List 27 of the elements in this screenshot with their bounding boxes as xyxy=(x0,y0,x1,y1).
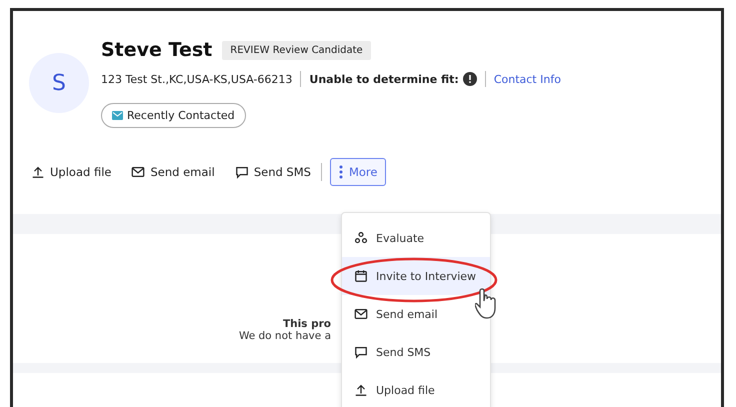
status-badge: REVIEW Review Candidate xyxy=(222,40,371,60)
more-button[interactable]: More xyxy=(330,158,386,186)
menu-item[interactable]: Evaluate xyxy=(342,219,490,257)
action-button[interactable]: Send email xyxy=(131,165,215,179)
alert-icon xyxy=(462,72,477,86)
envelope-icon xyxy=(131,165,146,179)
action-button[interactable]: Send SMS xyxy=(234,165,311,179)
calendar-icon xyxy=(354,269,368,283)
upload-icon xyxy=(31,165,45,179)
envelope-icon xyxy=(354,307,368,321)
address-text: 123 Test St.,KC,USA-KS,USA-66213 xyxy=(101,72,292,86)
empty-message: We do not have a xyxy=(238,330,331,342)
fit-label: Unable to determine fit: xyxy=(309,72,459,86)
chat-bubble-icon xyxy=(234,165,249,179)
action-button[interactable]: Upload file xyxy=(31,165,112,179)
kebab-icon xyxy=(338,165,343,179)
avatar: S xyxy=(29,53,89,113)
menu-item[interactable]: Upload file xyxy=(342,371,490,407)
chat-bubble-icon xyxy=(354,345,368,359)
contact-info-link[interactable]: Contact Info xyxy=(494,72,561,86)
empty-title: This pro xyxy=(282,318,331,330)
envelope-icon xyxy=(112,111,123,120)
upload-icon xyxy=(354,383,368,397)
candidate-name: Steve Test xyxy=(101,39,212,61)
menu-item[interactable]: Send SMS xyxy=(342,333,490,371)
tag-label: Recently Contacted xyxy=(127,109,235,122)
menu-item[interactable]: Invite to Interview xyxy=(342,257,490,295)
